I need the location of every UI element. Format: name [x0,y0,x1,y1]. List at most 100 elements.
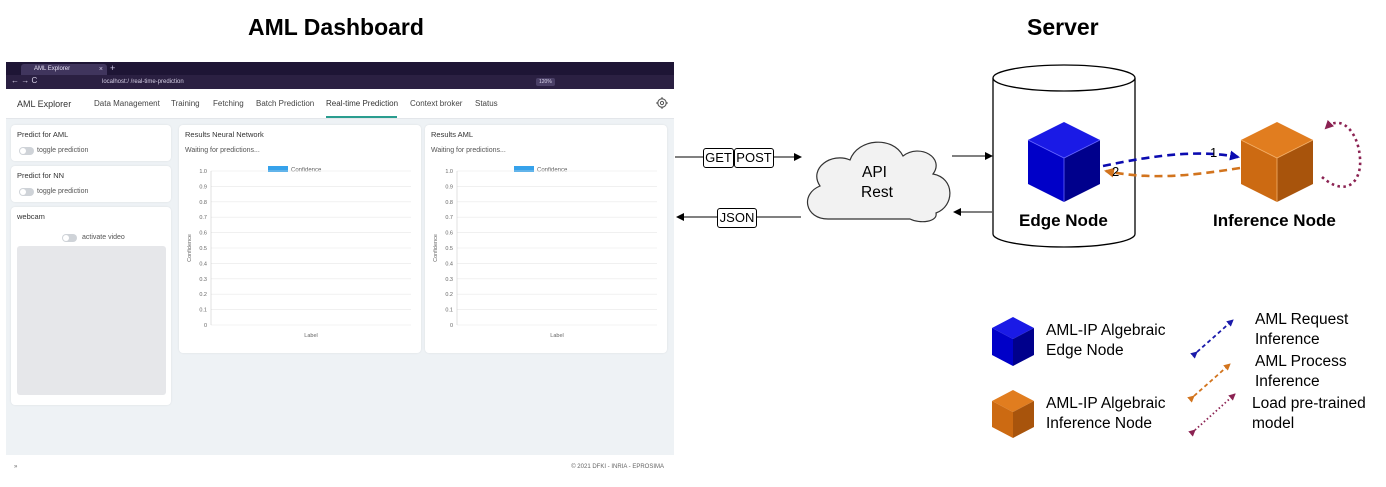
results-aml-chart: Confidence 0 0.1 0.2 0.3 0.4 0.5 0.6 0.7 0.8 0.9 1.… [433,166,657,339]
aml-chart-ytick-label: 0.9 [445,184,453,190]
nn-prediction-toggle[interactable] [19,188,34,196]
nn-chart-ytick-label: 0.3 [199,277,207,283]
results-aml-status: Waiting for predictions... [431,147,506,154]
nn-chart-ylabel: Confidence [187,234,193,262]
aml-chart-ytick-label: 0.4 [445,261,453,267]
step-2-label: 2 [1112,164,1120,179]
aml-chart-ytick-label: 0.5 [445,246,453,252]
request-inference-arrow [1102,150,1240,168]
aml-chart-ytick-label: 1.0 [445,169,453,175]
app-navbar: AML Explorer Data Management Training Fe… [6,89,674,119]
nn-chart-ytick-label: 1.0 [199,169,207,175]
nn-chart-ytick-label: 0.9 [199,184,207,190]
url-field[interactable]: localhost:/ /real-time-prediction [102,77,562,87]
results-nn-card: Results Neural Network Waiting for predi… [179,125,421,353]
api-label-line2: Rest [861,184,893,201]
get-label: GET [703,148,734,168]
nn-chart-ytick-label: 0.1 [199,308,207,314]
new-tab-icon[interactable]: + [110,62,115,75]
legend-inference-cube [992,390,1034,438]
webcam-title: webcam [17,212,45,221]
aml-toggle-label: toggle prediction [37,147,89,154]
nn-toggle-label: toggle prediction [37,188,89,195]
nn-chart-ytick-label: 0.8 [199,200,207,206]
aml-chart-ytick-label: 0 [450,323,453,329]
nn-chart-ytick-label: 0.5 [199,246,207,252]
results-nn-chart: Confidence 0 0.1 0.2 0.3 0.4 0.5 0.6 0.7 0.8 0.9 1.… [187,166,411,339]
aml-chart-ytick-label: 0.3 [445,277,453,283]
nav-batch-prediction[interactable]: Batch Prediction [256,99,314,108]
legend-load-line2: model [1252,415,1295,432]
legend-load-line1: Load pre-trained [1252,395,1366,412]
predict-nn-card: Predict for NN toggle prediction [11,166,171,202]
webcam-video-area [17,246,166,395]
predict-aml-title: Predict for AML [17,130,69,139]
server-heading: Server [1027,14,1099,40]
webcam-card: webcam activate video [11,207,171,405]
legend-inference-line2: Inference Node [1046,415,1152,432]
predict-aml-card: Predict for AML toggle prediction [11,125,171,161]
dashboard-screenshot: AML Explorer × + ← → C localhost:/ /real… [6,62,674,482]
nn-chart-ytick-label: 0 [204,323,207,329]
legend-request-line2: Inference [1255,331,1320,348]
server-cylinder-top [992,64,1136,92]
aml-chart-ytick-label: 0.2 [445,292,453,298]
predict-nn-title: Predict for NN [17,171,65,180]
legend-inference-line1: AML-IP Algebraic [1046,395,1166,412]
results-aml-card: Results AML Waiting for predictions... C… [425,125,667,353]
post-label: POST [734,148,774,168]
footer-expand[interactable]: » [14,464,17,470]
nn-chart-legend-label: Confidence [291,168,322,174]
video-toggle-label: activate video [82,234,125,241]
legend-edge-line2: Edge Node [1046,342,1124,359]
nav-data-management[interactable]: Data Management [94,99,160,108]
video-toggle[interactable] [62,234,77,242]
close-tab-icon[interactable]: × [99,64,103,75]
results-aml-title: Results AML [431,130,474,139]
results-nn-status: Waiting for predictions... [185,147,260,154]
nav-real-time-prediction[interactable]: Real-time Prediction [326,99,398,108]
json-label: JSON [717,208,757,228]
aml-chart-ytick-label: 0.6 [445,231,453,237]
nn-chart-ytick-label: 0.6 [199,231,207,237]
aml-prediction-toggle[interactable] [19,147,34,155]
aml-chart-ytick-label: 0.8 [445,200,453,206]
zoom-badge[interactable]: 120% [536,78,555,86]
nn-chart-ytick-label: 0.7 [199,215,207,221]
dashboard-heading: AML Dashboard [248,14,424,40]
nn-chart-ytick-label: 0.2 [199,292,207,298]
browser-nav-icons[interactable]: ← → C [11,76,37,85]
app-footer: » © 2021 DFKI - INRIA - EPROSIMA [6,455,674,482]
app-brand[interactable]: AML Explorer [17,99,71,109]
footer-copyright: © 2021 DFKI - INRIA - EPROSIMA [571,464,664,470]
step-1-label: 1 [1210,145,1218,160]
api-label-line1: API [862,164,887,181]
edge-node-cube [1027,122,1101,202]
legend-process-line1: AML Process [1255,353,1347,370]
results-nn-title: Results Neural Network [185,130,264,139]
nav-training[interactable]: Training [171,99,200,108]
tab-title: AML Explorer [34,66,71,72]
browser-tab[interactable]: AML Explorer × [21,64,107,75]
nav-fetching[interactable]: Fetching [213,99,244,108]
legend-process-arrow [1187,363,1231,403]
browser-tab-bar: AML Explorer × + [6,62,674,75]
nav-status[interactable]: Status [475,99,498,108]
load-model-loop-arrow [1321,119,1362,189]
process-inference-arrow [1104,166,1241,178]
nav-context-broker[interactable]: Context broker [410,99,462,108]
edge-node-label: Edge Node [1019,211,1108,230]
inference-node-label: Inference Node [1213,211,1336,230]
legend-edge-line1: AML-IP Algebraic [1046,322,1166,339]
browser-url-bar: ← → C localhost:/ /real-time-prediction … [6,75,674,89]
legend-request-arrow [1190,319,1234,359]
legend-request-line1: AML Request [1255,311,1349,328]
nn-chart-ytick-label: 0.4 [199,261,207,267]
gear-icon[interactable] [656,97,668,109]
inference-node-cube [1240,122,1314,202]
active-tab-indicator [326,116,397,118]
aml-chart-ytick-label: 0.1 [445,308,453,314]
aml-chart-ylabel: Confidence [433,234,439,262]
legend-process-line2: Inference [1255,373,1320,390]
aml-chart-xlabel: Label [550,333,563,339]
